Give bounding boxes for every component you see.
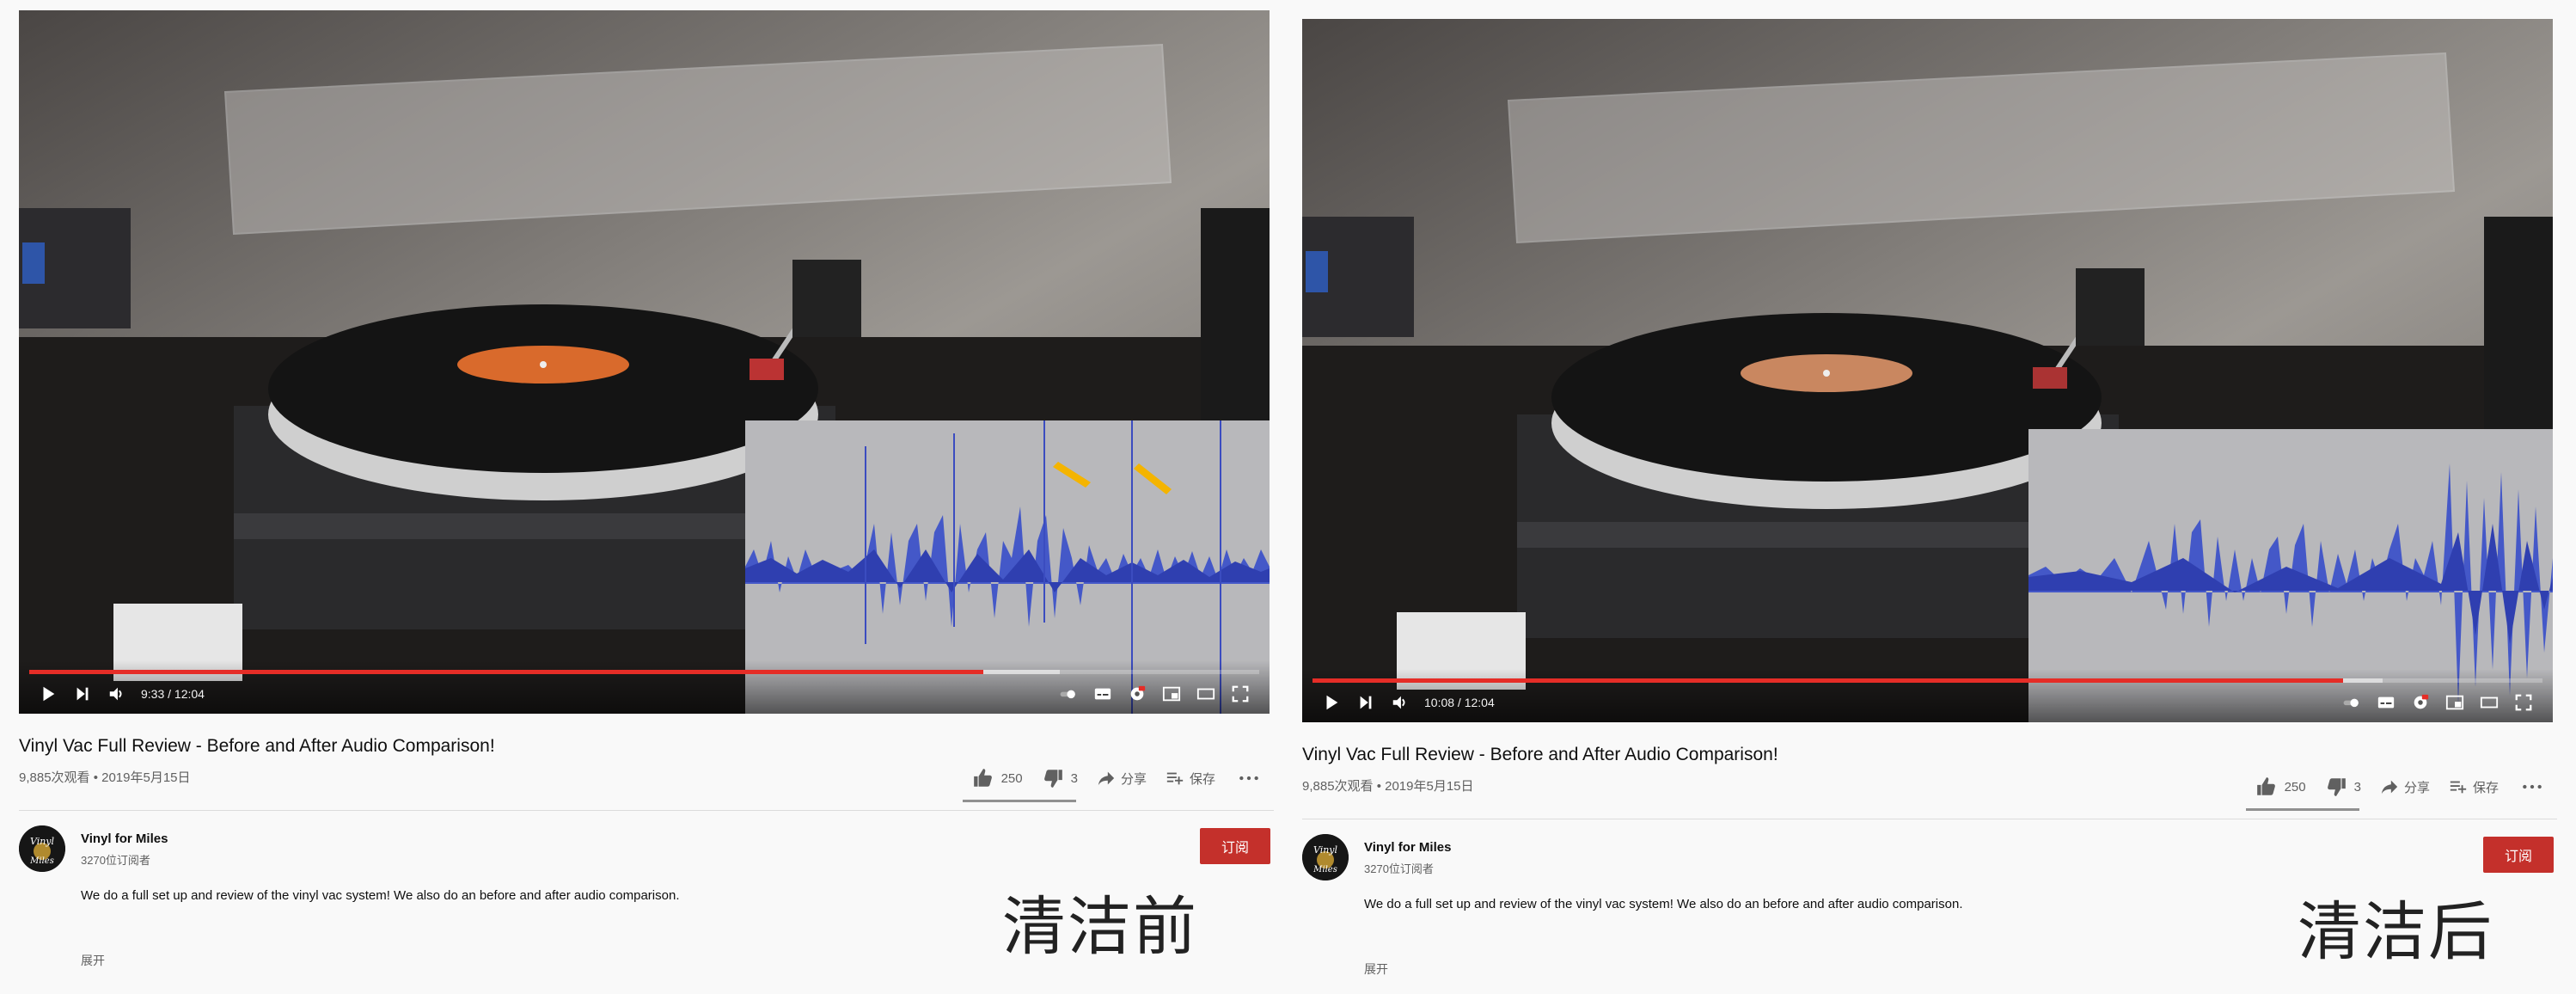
like-count: 250 [2284, 779, 2306, 795]
dislike-count: 3 [2353, 779, 2361, 795]
video-meta: 9,885次观看 • 2019年5月15日 [19, 770, 191, 785]
dislike-count: 3 [1070, 770, 1078, 786]
video-actions: 250 3 分享 保存 [953, 767, 1267, 789]
share-icon [2381, 780, 2398, 795]
dislike-button[interactable]: 3 [1042, 767, 1078, 789]
theater-icon[interactable] [2472, 690, 2506, 715]
player-controls: 10:08 / 12:04 [1302, 669, 2553, 722]
progress-bar[interactable] [1312, 678, 2542, 683]
svg-text:Vinyl: Vinyl [1313, 844, 1338, 856]
svg-text:Miles: Miles [29, 856, 54, 866]
video-actions: 250 3 分享 保存 [2236, 776, 2550, 798]
like-button[interactable]: 250 [972, 767, 1023, 789]
volume-icon[interactable] [100, 681, 134, 707]
svg-text:Miles: Miles [1312, 865, 1337, 874]
comparison-label: 清洁前 [1002, 890, 1198, 964]
svg-text:Vinyl: Vinyl [30, 836, 55, 847]
video-player[interactable]: 10:08 / 12:04 [1302, 19, 2553, 722]
thumbs-down-icon [1043, 770, 1062, 788]
video-title: Vinyl Vac Full Review - Before and After… [19, 736, 495, 756]
share-label: 分享 [2403, 780, 2430, 795]
save-button[interactable]: 保存 [1166, 769, 1215, 788]
autoplay-toggle-icon[interactable] [2334, 690, 2369, 715]
save-button[interactable]: 保存 [2449, 777, 2499, 796]
autoplay-toggle-icon[interactable] [1051, 681, 1086, 707]
channel-avatar[interactable]: Vinyl Miles [19, 825, 65, 872]
more-icon [2523, 784, 2542, 789]
share-button[interactable]: 分享 [1097, 769, 1147, 788]
channel-avatar[interactable]: Vinyl Miles [1302, 834, 1349, 880]
comparison-label: 清洁后 [2298, 895, 2493, 969]
subscriber-count: 3270位订阅者 [1364, 862, 1434, 875]
video-title: Vinyl Vac Full Review - Before and After… [1302, 745, 1778, 764]
channel-name[interactable]: Vinyl for Miles [81, 831, 168, 846]
video-page-before: 9:33 / 12:04 Vinyl Vac Full Review - Bef… [19, 0, 1274, 985]
divider [19, 810, 1274, 811]
fullscreen-icon[interactable] [2506, 690, 2541, 715]
progress-played [29, 670, 984, 674]
progress-played [1312, 678, 2343, 683]
thumbs-up-icon [2256, 777, 2275, 795]
settings-icon[interactable] [1120, 681, 1154, 707]
thumbs-up-icon [973, 769, 992, 787]
miniplayer-icon[interactable] [2438, 690, 2472, 715]
like-ratio-bar [963, 800, 1076, 802]
settings-icon[interactable] [2403, 690, 2438, 715]
save-label: 保存 [1189, 771, 1215, 787]
save-playlist-icon [2450, 781, 2467, 794]
expand-description-link[interactable]: 展开 [1364, 960, 1388, 978]
progress-bar[interactable] [29, 670, 1259, 674]
video-page-after: 10:08 / 12:04 Vinyl Vac Full Review - Be… [1302, 9, 2557, 994]
more-button[interactable] [2521, 776, 2550, 798]
subscribe-button[interactable]: 订阅 [2483, 837, 2554, 873]
subscriber-count: 3270位订阅者 [81, 854, 150, 867]
like-count: 250 [1000, 770, 1023, 786]
subscribe-button[interactable]: 订阅 [1200, 828, 1270, 864]
expand-description-link[interactable]: 展开 [81, 952, 105, 969]
save-label: 保存 [2472, 780, 2499, 795]
share-icon [1098, 771, 1115, 786]
theater-icon[interactable] [1189, 681, 1223, 707]
play-icon[interactable] [1314, 690, 1349, 715]
player-controls: 9:33 / 12:04 [19, 660, 1270, 714]
miniplayer-icon[interactable] [1154, 681, 1189, 707]
dislike-button[interactable]: 3 [2325, 776, 2361, 798]
fullscreen-icon[interactable] [1223, 681, 1257, 707]
share-label: 分享 [1120, 771, 1147, 787]
next-icon[interactable] [1349, 690, 1383, 715]
share-button[interactable]: 分享 [2380, 777, 2430, 796]
subtitles-icon[interactable] [1086, 681, 1120, 707]
next-icon[interactable] [65, 681, 100, 707]
video-meta: 9,885次观看 • 2019年5月15日 [1302, 779, 1474, 794]
like-button[interactable]: 250 [2255, 776, 2306, 798]
subtitles-icon[interactable] [2369, 690, 2403, 715]
video-description: We do a full set up and review of the vi… [1364, 897, 1963, 911]
time-display: 10:08 / 12:04 [1424, 696, 1495, 709]
save-playlist-icon [1166, 772, 1184, 785]
video-description: We do a full set up and review of the vi… [81, 888, 680, 903]
volume-icon[interactable] [1383, 690, 1417, 715]
video-player[interactable]: 9:33 / 12:04 [19, 10, 1270, 714]
channel-name[interactable]: Vinyl for Miles [1364, 840, 1451, 855]
more-button[interactable] [1238, 767, 1267, 789]
thumbs-down-icon [2327, 778, 2346, 796]
time-display: 9:33 / 12:04 [141, 687, 205, 701]
play-icon[interactable] [31, 681, 65, 707]
like-ratio-bar [2246, 808, 2359, 811]
more-icon [1239, 776, 1258, 781]
